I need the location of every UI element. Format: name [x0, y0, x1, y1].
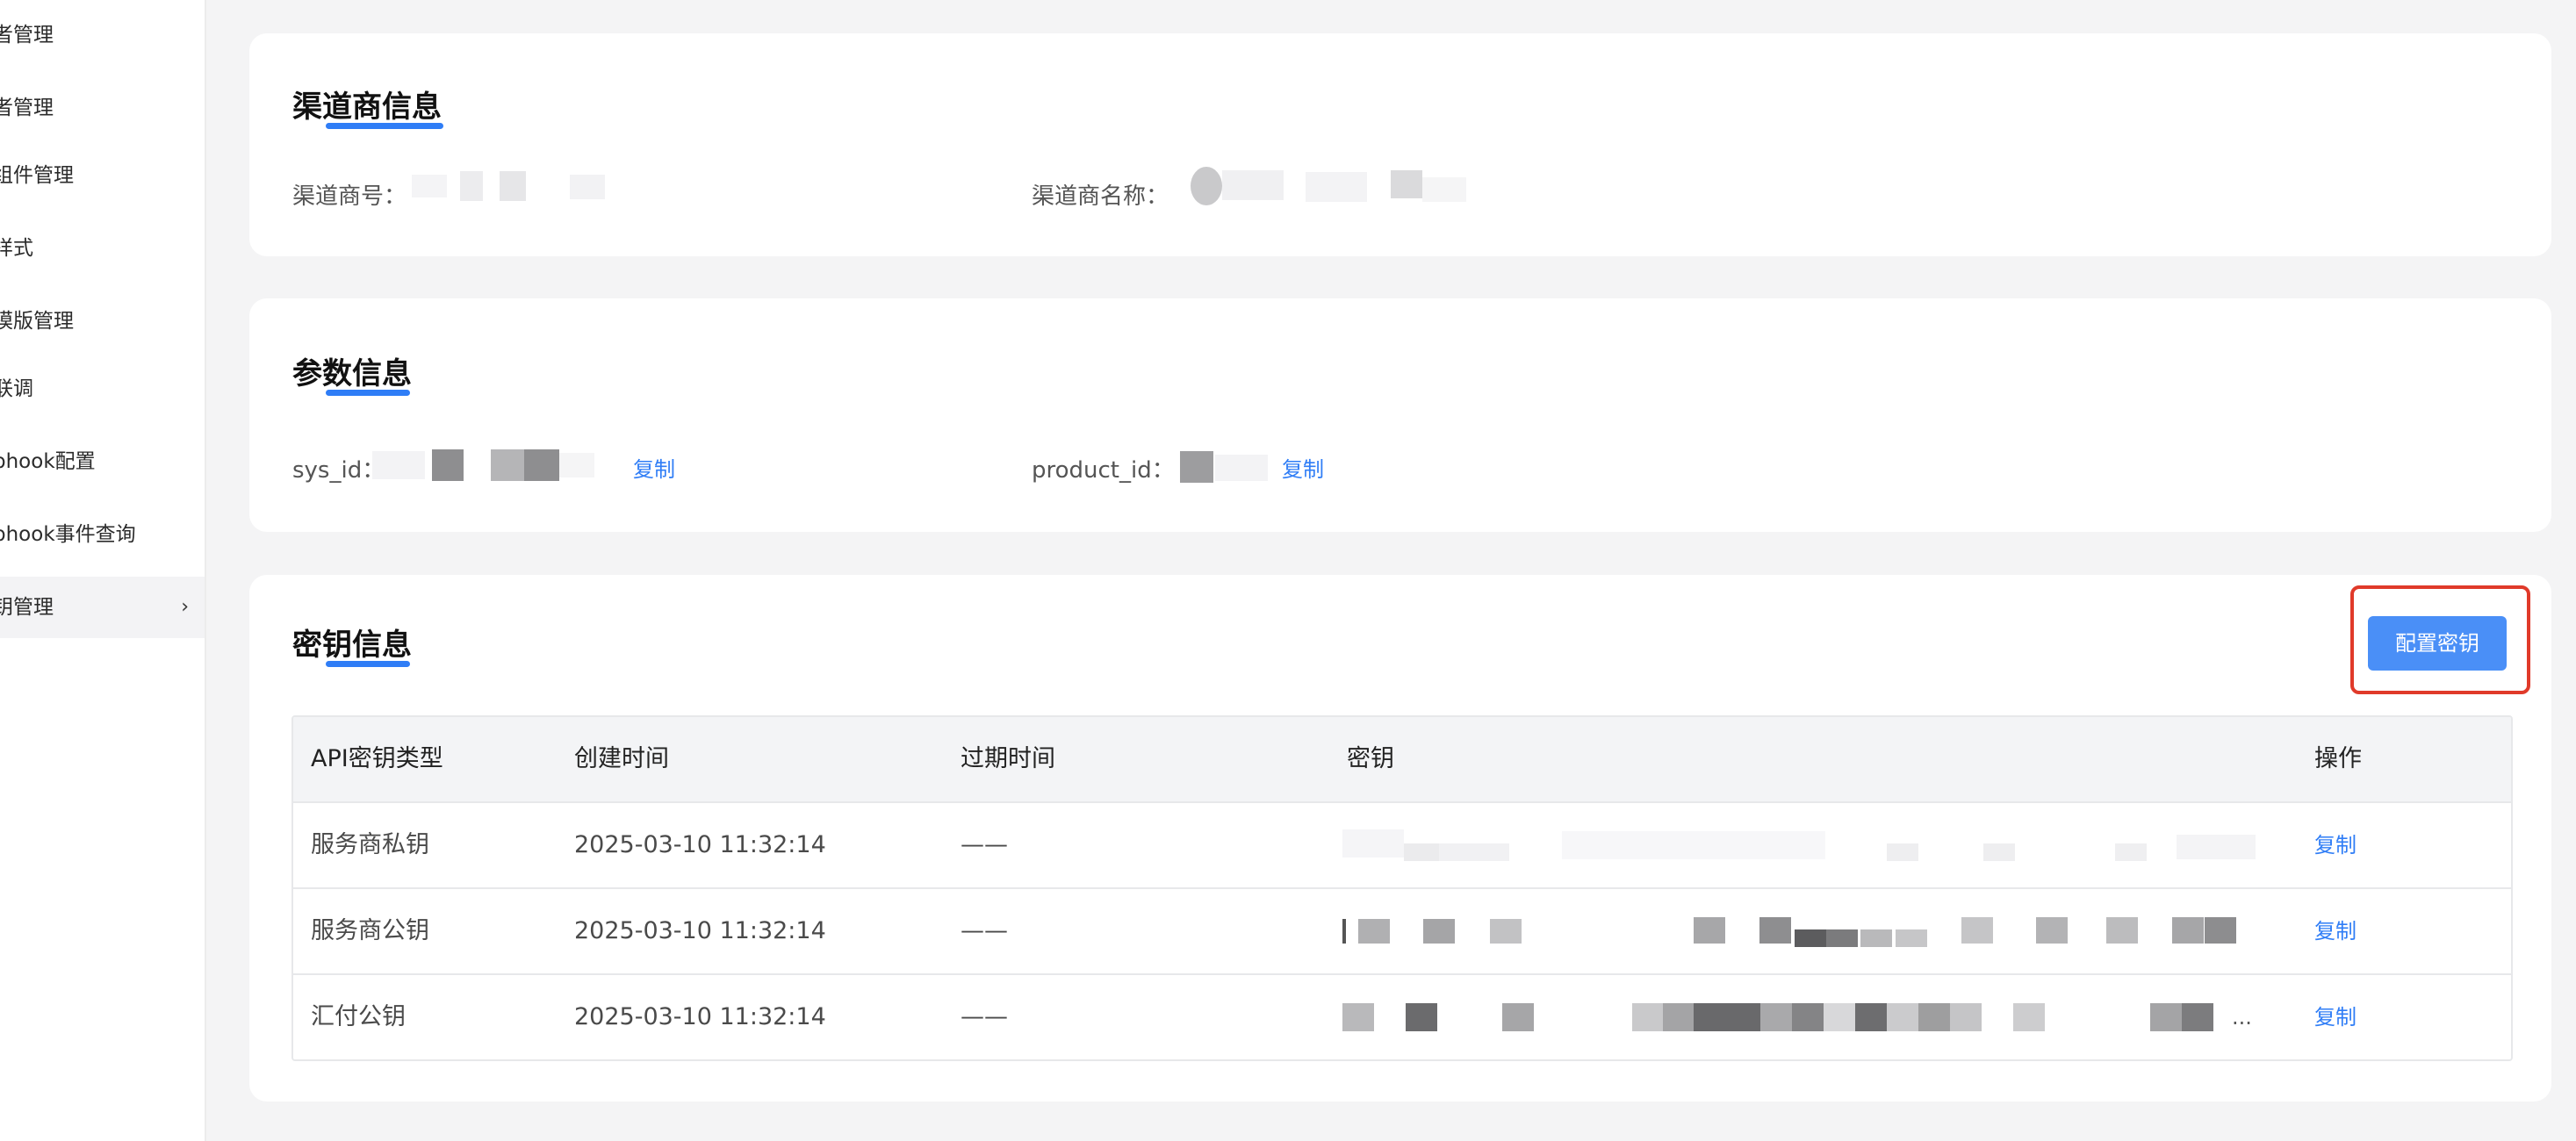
sidebar-item-2[interactable]: 者管理	[0, 77, 205, 139]
section-title: 参数信息	[292, 349, 412, 396]
sidebar-item-8[interactable]: phook事件查询	[0, 504, 205, 565]
chevron-right-icon: ›	[181, 596, 189, 618]
highlight-annotation	[2350, 585, 2530, 694]
channel-info-card: 渠道商信息 渠道商号： 渠道商名称：	[249, 33, 2551, 256]
sidebar-item-7[interactable]: phook配置	[0, 431, 205, 492]
sidebar-item-4[interactable]: 样式	[0, 218, 205, 279]
masked-value	[1180, 448, 1277, 484]
masked-value	[1187, 165, 1477, 207]
sidebar-item-label: 钥管理	[0, 596, 54, 619]
table-row: 服务商公钥 2025-03-10 11:32:14 —— 复制	[293, 889, 2511, 975]
created-time: 2025-03-10 11:32:14	[574, 1003, 826, 1030]
sidebar-item-3[interactable]: 组件管理	[0, 145, 205, 206]
sidebar-item-label: 者管理	[0, 97, 54, 119]
channel-name-label: 渠道商名称：	[1032, 183, 1169, 210]
sidebar-item-label: phook事件查询	[0, 523, 136, 546]
table-row: 汇付公钥 2025-03-10 11:32:14 —— ... 复制	[293, 975, 2511, 1059]
title-underline	[326, 123, 443, 129]
column-header: 创建时间	[574, 745, 669, 772]
sidebar-item-label: 模版管理	[0, 310, 74, 333]
key-type: 服务商私钥	[311, 831, 429, 858]
copy-product-id-link[interactable]: 复制	[1282, 452, 1324, 483]
sidebar-item-5[interactable]: 模版管理	[0, 291, 205, 352]
masked-key	[1342, 912, 2273, 951]
copy-key-link[interactable]: 复制	[2314, 975, 2357, 1059]
sys-id-label: sys_id：	[292, 457, 385, 484]
masked-key	[1342, 826, 2273, 865]
expires-time: ——	[961, 1003, 1008, 1030]
column-header: 密钥	[1347, 745, 1394, 772]
section-title: 渠道商信息	[292, 83, 443, 129]
column-header: 操作	[2314, 745, 2362, 772]
table-header: API密钥类型 创建时间 过期时间 密钥 操作	[293, 717, 2511, 803]
sidebar-item-label: 联调	[0, 377, 33, 400]
expires-time: ——	[961, 917, 1008, 944]
title-underline	[326, 661, 410, 667]
sidebar-item-label: 者管理	[0, 24, 54, 47]
channel-id-label: 渠道商号：	[292, 183, 407, 210]
sidebar-item-1[interactable]: 者管理	[0, 4, 205, 66]
sidebar-item-key-management[interactable]: 钥管理 ›	[0, 577, 205, 638]
product-id-label: product_id：	[1032, 457, 1175, 484]
key-info-card: 密钥信息 API密钥类型 创建时间 过期时间 密钥 操作 服务商私钥 2025-…	[249, 575, 2551, 1102]
table-row: 服务商私钥 2025-03-10 11:32:14 —— 复制	[293, 803, 2511, 889]
sidebar-item-6[interactable]: 联调	[0, 358, 205, 420]
sidebar-item-label: phook配置	[0, 450, 96, 473]
column-header: 过期时间	[961, 745, 1055, 772]
key-type: 服务商公钥	[311, 917, 429, 944]
section-title: 密钥信息	[292, 621, 412, 667]
param-info-card: 参数信息 sys_id： 复制 product_id： 复制	[249, 298, 2551, 532]
sidebar-item-label: 样式	[0, 237, 33, 260]
key-ellipsis: ...	[2232, 1005, 2252, 1030]
masked-value	[372, 446, 601, 484]
copy-key-link[interactable]: 复制	[2314, 889, 2357, 973]
created-time: 2025-03-10 11:32:14	[574, 831, 826, 858]
column-header: API密钥类型	[311, 745, 443, 772]
created-time: 2025-03-10 11:32:14	[574, 917, 826, 944]
expires-time: ——	[961, 831, 1008, 858]
key-table: API密钥类型 创建时间 过期时间 密钥 操作 服务商私钥 2025-03-10…	[291, 715, 2513, 1061]
sidebar: 者管理 者管理 组件管理 样式 模版管理 联调 phook配置 phook事件查…	[0, 0, 206, 1141]
title-underline	[326, 390, 410, 396]
copy-key-link[interactable]: 复制	[2314, 803, 2357, 887]
key-type: 汇付公钥	[311, 1003, 406, 1030]
copy-sys-id-link[interactable]: 复制	[633, 452, 675, 483]
masked-key	[1342, 998, 2256, 1037]
masked-value	[412, 169, 886, 203]
sidebar-item-label: 组件管理	[0, 164, 74, 187]
